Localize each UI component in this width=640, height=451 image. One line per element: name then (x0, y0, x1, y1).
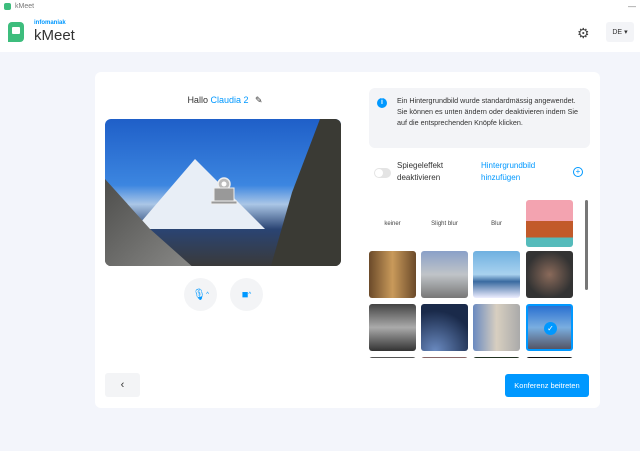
bg-image-cartoon-room[interactable] (526, 200, 573, 247)
background-grid: keiner Slight blur Blur ✓ (369, 200, 577, 358)
chevron-left-icon: ‹ (120, 379, 125, 391)
check-icon: ✓ (544, 322, 557, 335)
bg-option-label: Blur (491, 220, 502, 227)
header: infomaniak kMeet ⚙ DE ▾ (0, 12, 640, 52)
mirror-label: Spiegeleffekt deaktivieren (397, 161, 444, 182)
video-camera-icon: ■ (241, 288, 249, 301)
info-icon: i (377, 98, 387, 108)
microphone-icon: 🎙 (192, 289, 207, 301)
bg-image-earth[interactable] (421, 304, 468, 351)
bg-image[interactable] (369, 357, 416, 358)
bg-image-snow-mountains[interactable] (473, 251, 520, 298)
language-value: DE (612, 28, 623, 36)
bg-option-label: Slight blur (431, 220, 458, 227)
add-background-link[interactable]: Hintergrundbild hinzufügen (481, 160, 556, 184)
user-name: Claudia 2 (210, 95, 249, 105)
bg-option-none[interactable]: keiner (369, 200, 416, 247)
mountain-shape (135, 159, 265, 229)
camera-toggle-button[interactable]: ■ ^ (230, 278, 263, 311)
bg-image[interactable] (421, 357, 468, 358)
add-circle-icon[interactable]: + (573, 167, 583, 177)
bg-option-label: keiner (384, 220, 401, 227)
minimize-button[interactable]: — (628, 2, 636, 11)
window-title: kMeet (15, 2, 35, 10)
bg-image-office[interactable] (421, 251, 468, 298)
bg-image-matterhorn-selected[interactable]: ✓ (526, 304, 573, 351)
bg-image[interactable] (526, 357, 573, 358)
trees-right (271, 119, 341, 266)
bg-image-theater[interactable] (369, 304, 416, 351)
greeting-text: Hallo (187, 95, 208, 105)
brand-name: kMeet (34, 27, 75, 44)
back-button[interactable]: ‹ (105, 373, 140, 397)
language-select[interactable]: DE ▾ (606, 22, 634, 42)
app-icon (4, 2, 11, 10)
greeting: Hallo Claudia 2 ✎ (95, 95, 355, 106)
info-text: Ein Hintergrundbild wurde standardmässig… (397, 96, 579, 127)
bg-image-street[interactable] (473, 304, 520, 351)
video-preview (105, 119, 341, 266)
bg-option-slight-blur[interactable]: Slight blur (421, 200, 468, 247)
bg-option-blur[interactable]: Blur (473, 200, 520, 247)
chevron-up-icon[interactable]: ^ (248, 292, 251, 298)
background-grid-scrollbar[interactable] (585, 200, 588, 290)
prejoin-card: Hallo Claudia 2 ✎ 🎙 ^ ■ ^ ‹ i Ein Hintergr… (95, 72, 600, 408)
brand-infomaniak: infomaniak (34, 20, 66, 26)
chevron-down-icon: ▾ (624, 29, 628, 36)
bg-image[interactable] (473, 357, 520, 358)
bg-image-wine-cellar[interactable] (369, 251, 416, 298)
camera-off-icon (211, 177, 237, 205)
bg-image-spaceship[interactable] (526, 251, 573, 298)
join-conference-button[interactable]: Konferenz beitreten (505, 374, 589, 397)
edit-name-pencil-icon[interactable]: ✎ (255, 95, 263, 105)
info-box: i Ein Hintergrundbild wurde standardmäss… (369, 88, 590, 148)
settings-gear-icon[interactable]: ⚙ (577, 25, 590, 42)
title-bar: kMeet — (0, 0, 640, 12)
chevron-up-icon[interactable]: ^ (206, 292, 209, 298)
microphone-toggle-button[interactable]: 🎙 ^ (184, 278, 217, 311)
kmeet-logo-icon (8, 22, 24, 42)
mirror-toggle[interactable] (374, 168, 391, 178)
